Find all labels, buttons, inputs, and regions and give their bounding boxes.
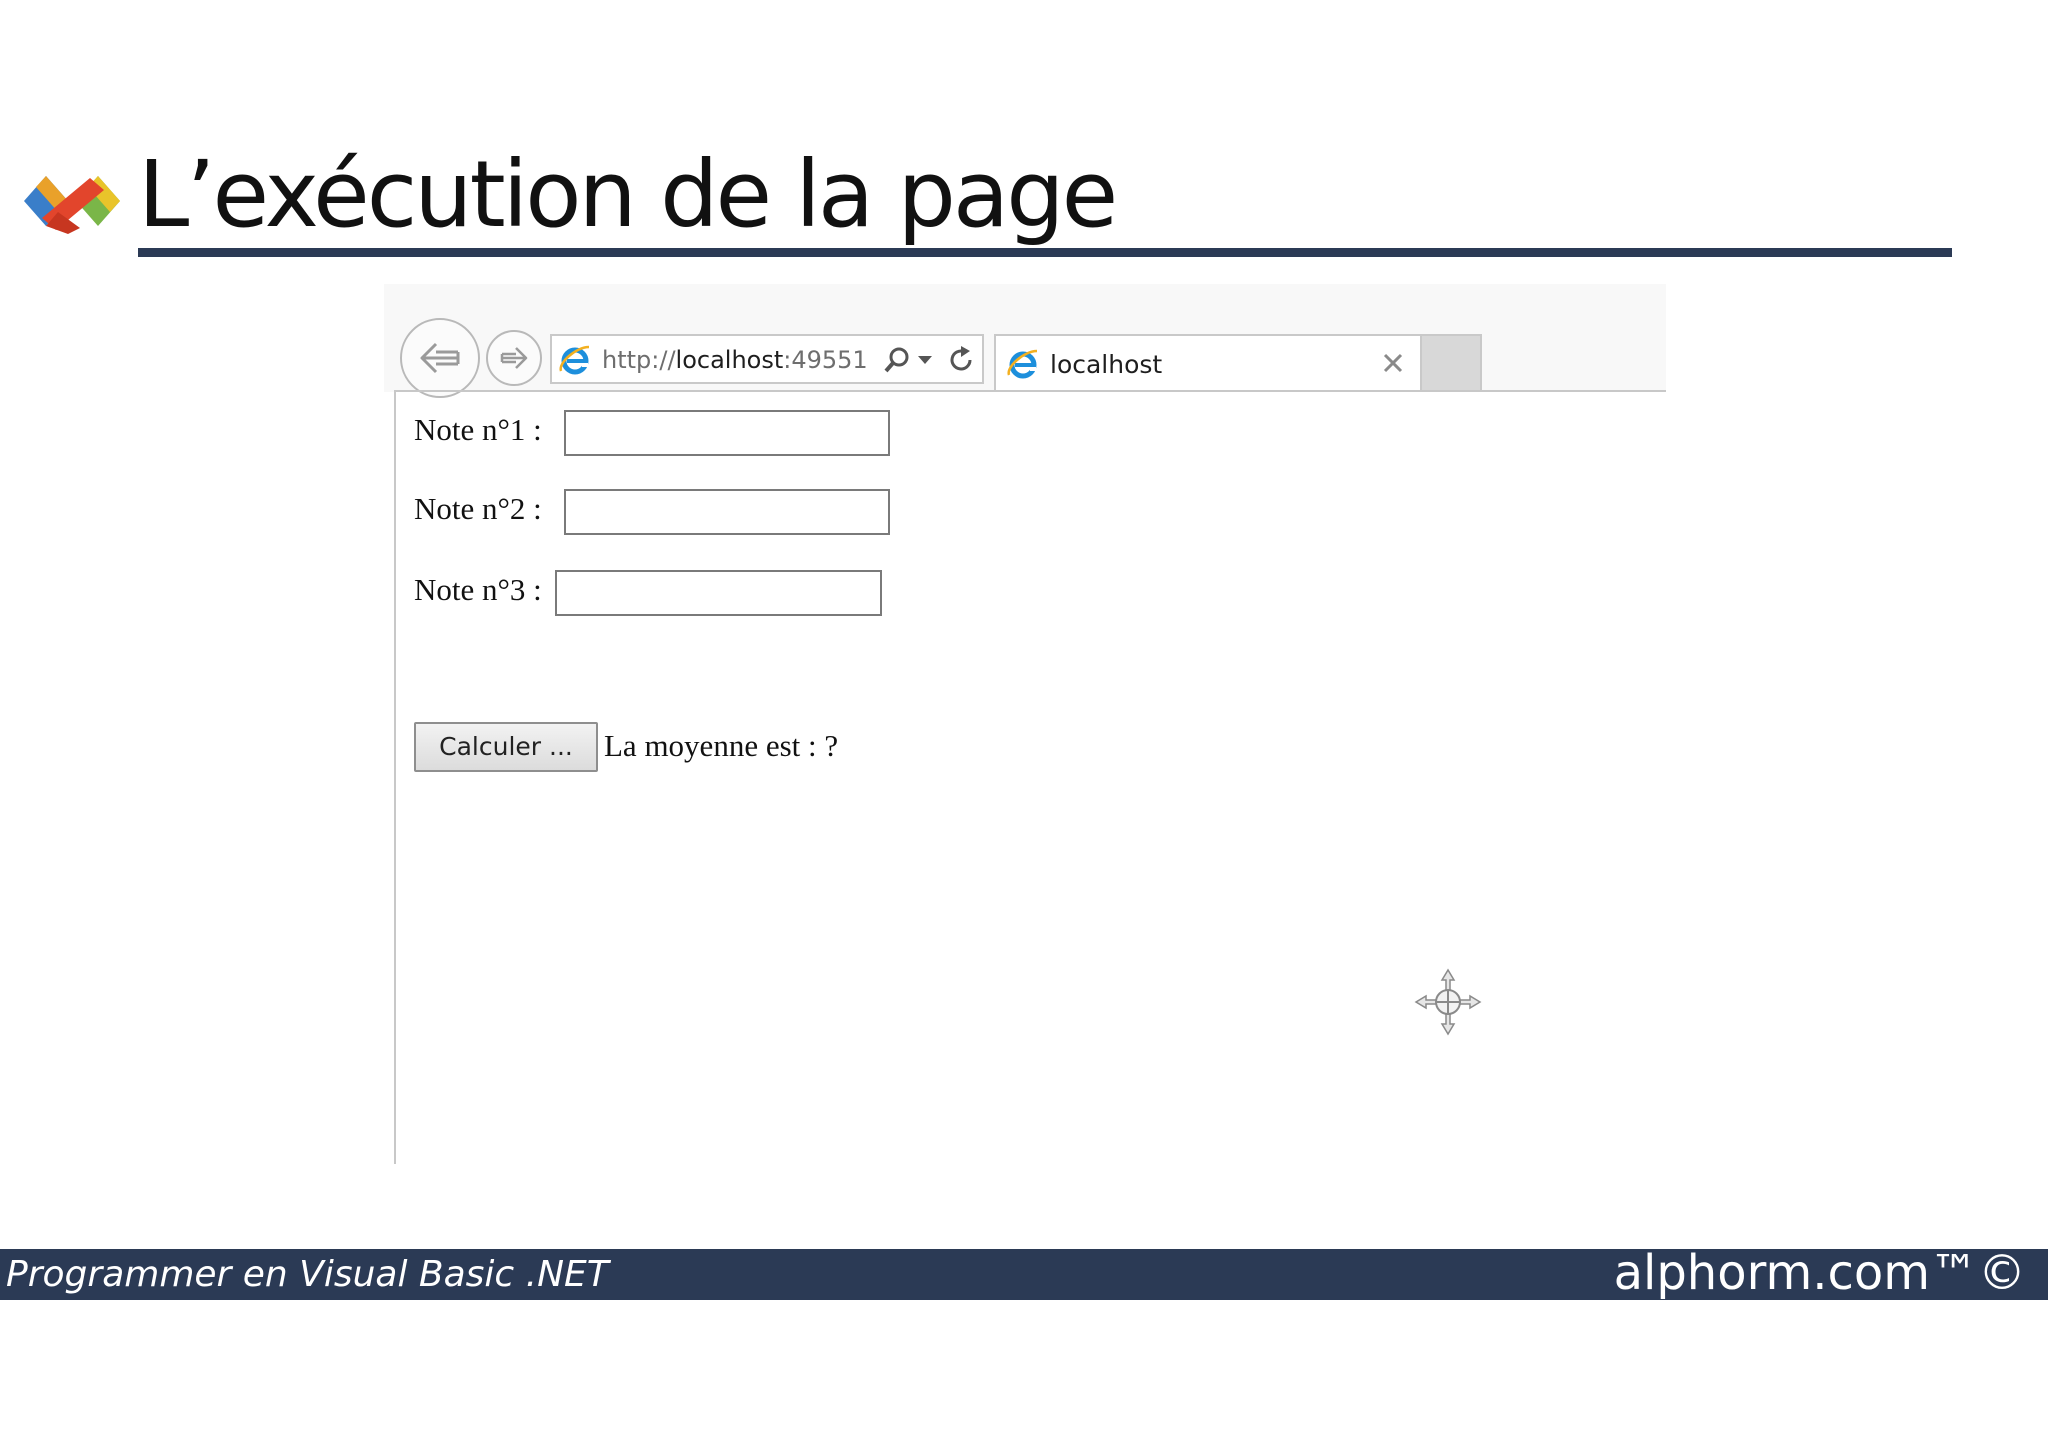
title-underline: [138, 248, 1952, 257]
course-title: Programmer en Visual Basic .NET: [6, 1254, 609, 1295]
ie-icon: [559, 345, 590, 375]
calculate-button[interactable]: Calculer ...: [414, 722, 598, 772]
brand-label: alphorm.com™©: [1613, 1245, 2026, 1301]
dropdown-icon[interactable]: [918, 356, 932, 364]
back-button[interactable]: [400, 318, 480, 398]
slide-title: L’exécution de la page: [138, 141, 1118, 248]
close-icon[interactable]: [1380, 350, 1406, 376]
address-bar[interactable]: http://localhost:49551/\: [550, 334, 984, 384]
note1-label: Note n°1 :: [414, 412, 542, 447]
refresh-icon[interactable]: [946, 345, 976, 375]
address-url[interactable]: http://localhost:49551/\: [602, 344, 867, 376]
url-path: :49551/\: [783, 346, 867, 374]
url-host: localhost: [675, 346, 784, 374]
page-border: [394, 392, 396, 1164]
browser-screenshot: http://localhost:49551/\ localhost Note …: [384, 284, 1666, 1164]
note3-input[interactable]: [555, 570, 882, 616]
tab-localhost[interactable]: localhost: [994, 334, 1422, 392]
search-icon[interactable]: [882, 345, 912, 375]
note3-label: Note n°3 :: [414, 572, 542, 607]
visual-studio-logo: [24, 176, 120, 234]
note1-input[interactable]: [564, 410, 890, 456]
note2-input[interactable]: [564, 489, 890, 535]
ie-icon: [1007, 349, 1038, 379]
note2-label: Note n°2 :: [414, 491, 542, 526]
tab-title: localhost: [1050, 350, 1163, 379]
average-result: La moyenne est : ?: [604, 728, 839, 763]
url-scheme: http://: [602, 346, 676, 374]
forward-arrow-icon: [500, 347, 528, 369]
toolbar-divider: [394, 390, 1666, 392]
back-arrow-icon: [420, 342, 460, 374]
forward-button[interactable]: [486, 330, 542, 386]
slide-footer: Programmer en Visual Basic .NET alphorm.…: [0, 1245, 2048, 1301]
new-tab-button[interactable]: [1420, 334, 1482, 392]
move-cursor-icon: [1414, 968, 1482, 1036]
